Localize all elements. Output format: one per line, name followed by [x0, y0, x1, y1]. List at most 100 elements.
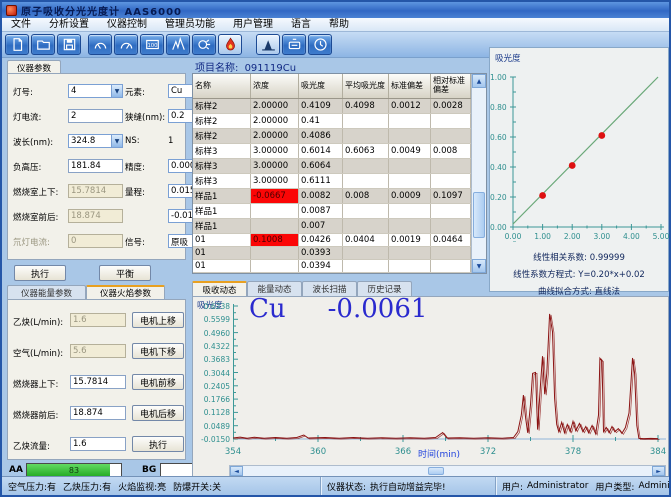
scroll-left-button[interactable]: ◄: [230, 466, 243, 476]
flame-row-3-button[interactable]: 电机后移: [132, 405, 184, 421]
param-3-left-input[interactable]: 181.84: [68, 159, 123, 173]
table-row[interactable]: 010.0393: [193, 247, 471, 260]
menu-item-分析设置[interactable]: 分析设置: [40, 18, 98, 31]
table-row[interactable]: 标样33.000000.6064: [193, 159, 471, 174]
param-6-left-input: 0: [68, 234, 123, 248]
table-cell: 标样2: [193, 129, 251, 143]
table-row[interactable]: 010.10080.04260.04040.00190.0464: [193, 234, 471, 247]
table-cell: [431, 129, 471, 143]
axis-tick-label: 0.4322: [193, 342, 230, 351]
absorbance-panel: 吸光度 Cu-0.0061 0.62380.55990.49600.43220.…: [192, 296, 669, 480]
flame-row-0-label: 乙炔(L/min):: [13, 314, 63, 328]
table-cell: [343, 260, 389, 272]
table-row[interactable]: 样品10.0087: [193, 204, 471, 219]
table-row[interactable]: 样品10.007: [193, 219, 471, 234]
table-cell: [343, 219, 389, 233]
scroll-right-button[interactable]: ►: [652, 466, 665, 476]
hscrollbar-thumb[interactable]: [428, 467, 444, 475]
axis-tick-label: -0.0150: [193, 435, 230, 444]
flame-row-1: 空气(L/min):5.6电机下移: [8, 337, 185, 368]
axis-tick-label: 0.6238: [193, 302, 230, 311]
gain-100-icon[interactable]: 100: [140, 34, 164, 55]
table-row[interactable]: 标样33.000000.60140.60630.00490.008: [193, 144, 471, 159]
chevron-down-icon[interactable]: ▼: [111, 85, 122, 97]
table-cell: [389, 129, 431, 143]
axis-tick-label: 378: [565, 447, 581, 457]
open-file-icon[interactable]: [31, 34, 55, 55]
timer-icon[interactable]: [308, 34, 332, 55]
save-icon[interactable]: [57, 34, 81, 55]
window-title: 原子吸收分光光度计 AAS6000: [21, 3, 182, 18]
peak-scan-icon[interactable]: [166, 34, 190, 55]
column-header-2: 吸光度: [299, 74, 343, 98]
flame-icon[interactable]: [218, 34, 242, 55]
tab-波长扫描[interactable]: 波长扫描: [302, 281, 357, 296]
table-row[interactable]: 标样22.000000.4086: [193, 129, 471, 144]
table-row[interactable]: 标样22.000000.41090.40980.00120.0028: [193, 99, 471, 114]
wavelength-scan-icon[interactable]: [256, 34, 280, 55]
flame-row-2-button-label: 电机前移: [140, 376, 176, 389]
menu-item-语言[interactable]: 语言: [282, 18, 320, 31]
table-cell: [251, 219, 299, 233]
menu-item-用户管理[interactable]: 用户管理: [224, 18, 282, 31]
axis-tick-label: 1.00: [490, 73, 505, 82]
param-1-left-input[interactable]: 2: [68, 109, 123, 123]
instrument-status-label: 仪器状态:: [327, 480, 366, 493]
user-type-value: Administrator: [638, 481, 669, 491]
flame-row-4-input[interactable]: 1.6: [70, 437, 126, 451]
chevron-down-icon[interactable]: ▼: [111, 135, 122, 147]
param-2-left-select[interactable]: 324.8▼: [68, 134, 123, 148]
table-row[interactable]: 标样33.000000.6111: [193, 174, 471, 189]
calibration-stat-1-value: Y=0.20*x+0.02: [578, 270, 645, 280]
calibration-stat-1-label: 线性系数方程式:: [513, 270, 578, 280]
new-file-icon[interactable]: [5, 34, 29, 55]
flame-row-3-label: 燃烧器前后:: [13, 407, 58, 421]
axis-tick-label: 0.5599: [193, 315, 230, 324]
table-vertical-scrollbar[interactable]: ▲ ▼: [471, 74, 486, 273]
flame-row-1-button[interactable]: 电机下移: [132, 343, 184, 359]
table-cell: [431, 174, 471, 188]
flame-row-3-input[interactable]: 18.874: [70, 406, 126, 420]
table-cell: 3.00000: [251, 174, 299, 188]
axis-tick-label: 360: [310, 447, 326, 457]
flame-row-2-input[interactable]: 15.7814: [70, 375, 126, 389]
column-header-5: 相对标准偏差: [431, 74, 471, 98]
menu-item-仪器控制[interactable]: 仪器控制: [98, 18, 156, 31]
table-row[interactable]: 标样22.000000.41: [193, 114, 471, 129]
tab-仪器火焰参数[interactable]: 仪器火焰参数: [86, 285, 165, 299]
tab-历史记录[interactable]: 历史记录: [357, 281, 412, 296]
burner-icon[interactable]: [282, 34, 306, 55]
table-row[interactable]: 010.0394: [193, 260, 471, 273]
scrollbar-thumb[interactable]: [473, 192, 485, 238]
flame-params-panel: 乙炔(L/min):1.6电机上移空气(L/min):5.6电机下移燃烧器上下:…: [7, 299, 186, 460]
status-bar: 空气压力:有乙炔压力:有火焰监视:亮防爆开关:关 仪器状态: 执行自动增益完毕!…: [2, 476, 669, 495]
lamp-gauge-icon[interactable]: [114, 34, 138, 55]
user-status-section: 用户: Administrator 用户类型: Administrator: [496, 477, 669, 495]
table-row[interactable]: 样品1-0.06670.00820.0080.00090.1097: [193, 189, 471, 204]
balance-button[interactable]: 平衡: [99, 265, 151, 281]
param-0-left-select[interactable]: 4▼: [68, 84, 123, 98]
scroll-up-button[interactable]: ▲: [472, 74, 486, 88]
axis-tick-label: 3.00: [593, 232, 610, 241]
table-cell: [343, 114, 389, 128]
flame-row-0-button[interactable]: 电机上移: [132, 312, 184, 328]
lamp-icon[interactable]: [192, 34, 216, 55]
execute-button[interactable]: 执行: [14, 265, 66, 281]
menu-item-文件[interactable]: 文件: [2, 18, 40, 31]
menu-item-帮助[interactable]: 帮助: [320, 18, 358, 31]
tab-instrument-params[interactable]: 仪器参数: [7, 60, 61, 74]
menu-item-管理员功能[interactable]: 管理员功能: [156, 18, 224, 31]
flame-row-2-button[interactable]: 电机前移: [132, 374, 184, 390]
tab-吸收动态[interactable]: 吸收动态: [192, 281, 247, 296]
tab-能量动态[interactable]: 能量动态: [247, 281, 302, 296]
tab-仪器能量参数[interactable]: 仪器能量参数: [7, 285, 86, 299]
calibration-ylabel: 吸光度: [495, 52, 521, 64]
app-icon: [6, 5, 17, 16]
table-cell: 0.0393: [299, 247, 343, 259]
scroll-down-button[interactable]: ▼: [472, 259, 486, 273]
flame-row-0-input: 1.6: [70, 313, 126, 327]
flame-row-4-button[interactable]: 执行: [132, 436, 184, 452]
flame-row-3-button-label: 电机后移: [140, 407, 176, 420]
menu-bar: 文件分析设置仪器控制管理员功能用户管理语言帮助: [2, 18, 669, 32]
energy-meter-icon[interactable]: [88, 34, 112, 55]
